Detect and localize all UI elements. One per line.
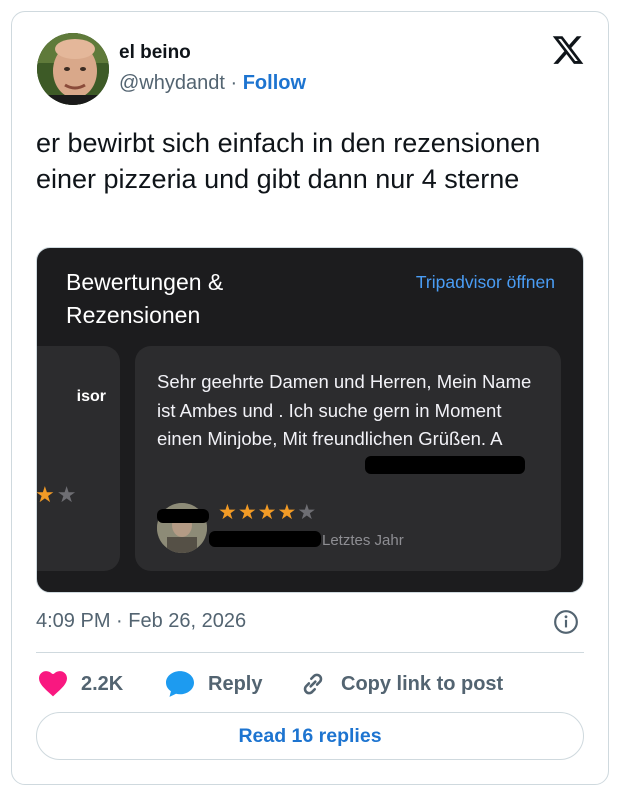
star-icon: ★ (297, 501, 318, 524)
read-replies-button[interactable]: Read 16 replies (36, 712, 584, 760)
tweet-card: el beino @whydandt · Follow er bewirbt s… (11, 11, 609, 785)
review-text: Sehr geehrte Damen und Herren, Mein Name… (157, 371, 532, 449)
media-title: Bewertungen & Rezensionen (66, 269, 224, 328)
like-count: 2.2K (81, 672, 124, 695)
star-icon: ★ (237, 501, 258, 524)
review-date: Letztes Jahr (322, 532, 404, 549)
author-display-name[interactable]: el beino (119, 42, 191, 64)
info-icon[interactable] (553, 609, 579, 635)
star-icon: ★ (277, 501, 298, 524)
tweet-timestamp[interactable]: 4:09 PM · Feb 26, 2026 (36, 610, 246, 633)
review-rating-stars: ★★★★★ (218, 500, 317, 525)
star-icon: ★ (56, 482, 79, 507)
copy-link-button[interactable]: Copy link to post (299, 669, 503, 699)
tripadvisor-open-link: Tripadvisor öffnen (415, 272, 555, 292)
redaction-mark (209, 531, 321, 547)
follow-button[interactable]: Follow (243, 72, 306, 94)
previous-review-stars: ★★ (36, 482, 79, 508)
reply-bubble-icon (166, 671, 194, 697)
author-avatar[interactable] (37, 33, 109, 105)
review-card: Sehr geehrte Damen und Herren, Mein Name… (135, 346, 561, 571)
x-logo-icon[interactable] (551, 33, 585, 67)
heart-icon (39, 671, 67, 697)
reply-button[interactable]: Reply (166, 669, 262, 699)
reply-label: Reply (208, 672, 263, 695)
redaction-mark (365, 456, 525, 474)
tweet-media[interactable]: Bewertungen & Rezensionen Tripadvisor öf… (36, 247, 584, 593)
handle-separator: · (230, 72, 238, 94)
previous-review-fragment: isor (76, 388, 106, 405)
star-icon: ★ (218, 501, 238, 524)
star-icon: ★ (257, 501, 278, 524)
avatar-image (37, 33, 109, 105)
copy-link-label: Copy link to post (341, 672, 504, 695)
author-handle[interactable]: @whydandt (119, 72, 225, 94)
redaction-mark (157, 509, 209, 523)
tweet-text: er bewirbt sich einfach in den rezension… (36, 128, 541, 194)
star-icon: ★ (36, 482, 57, 507)
like-button[interactable]: 2.2K (39, 669, 123, 699)
previous-review-card: isor ★★ (36, 346, 120, 571)
link-icon (303, 673, 323, 695)
read-replies-label: Read 16 replies (238, 724, 382, 747)
divider (36, 652, 584, 653)
author-handle-line: @whydandt · Follow (119, 72, 306, 95)
